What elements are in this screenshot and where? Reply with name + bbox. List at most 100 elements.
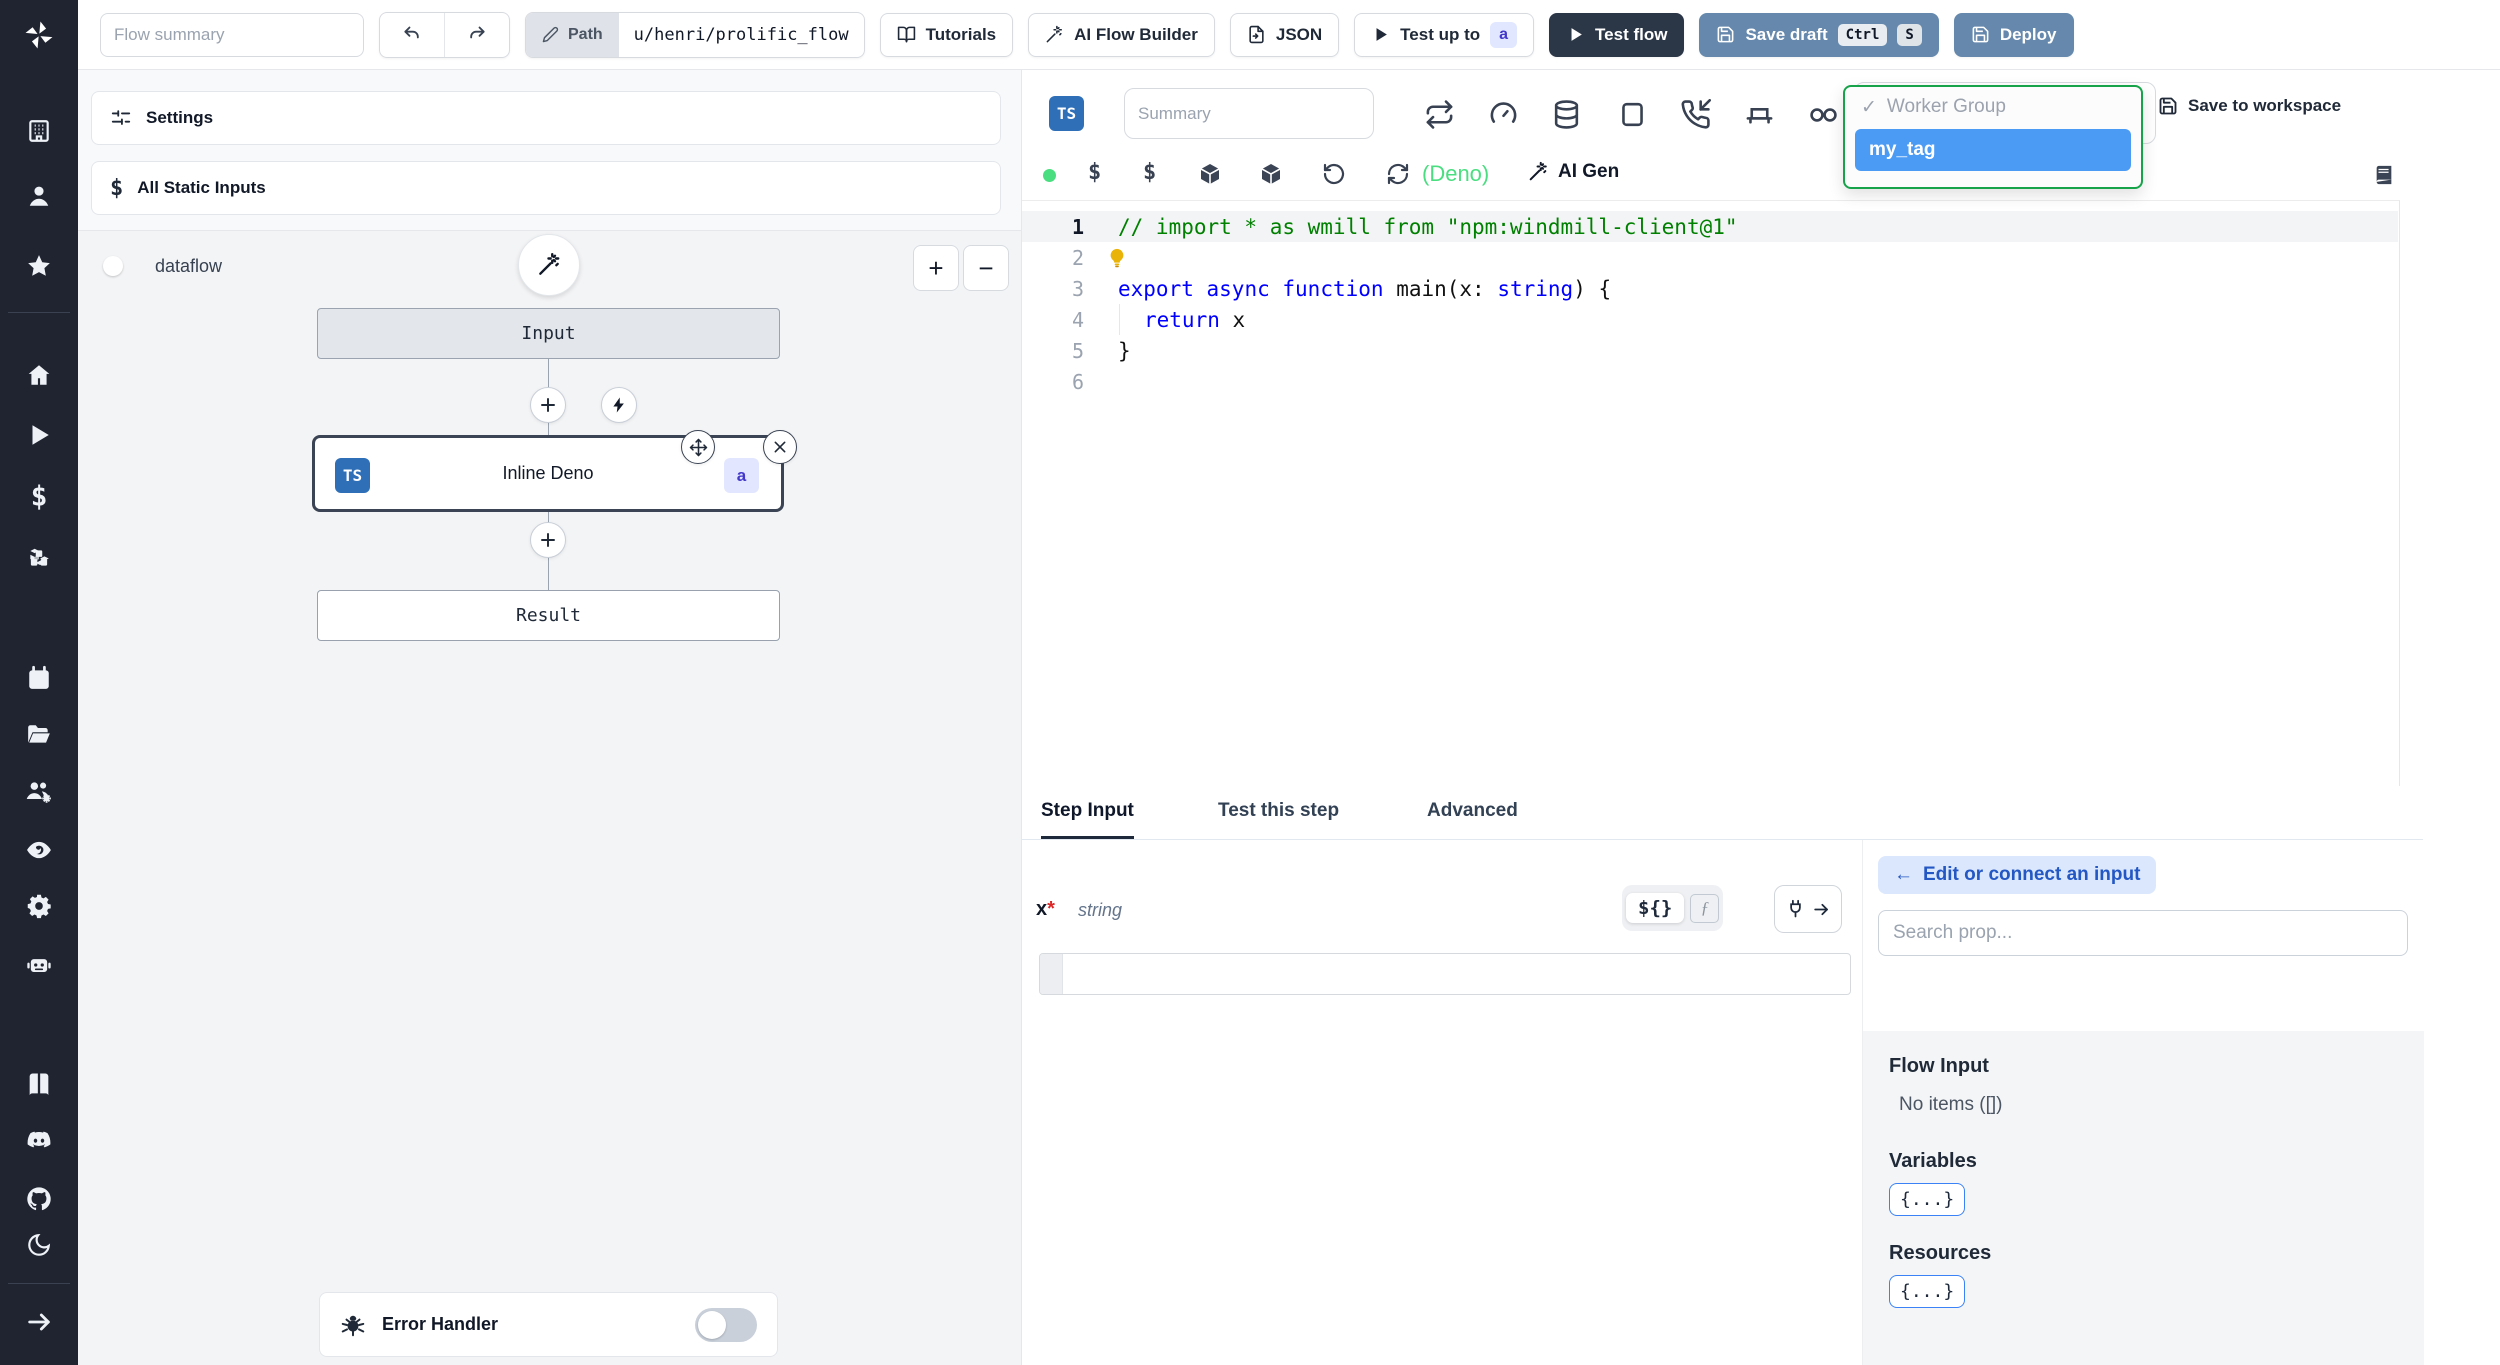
user-group-icon[interactable]: [25, 778, 53, 806]
step-summary-input[interactable]: [1124, 88, 1374, 139]
connect-input-button[interactable]: [1774, 885, 1842, 933]
resources-heading: Resources: [1889, 1242, 1992, 1264]
prop-lists: Flow Input No items ([]) Variables {...}…: [1863, 1031, 2424, 1365]
search-prop-input[interactable]: [1878, 910, 2408, 956]
input-mode-toggle: ${} ƒ: [1622, 885, 1724, 931]
inline-deno-label: Inline Deno: [502, 463, 594, 483]
ai-wand-button[interactable]: [518, 234, 580, 296]
tab-advanced[interactable]: Advanced: [1427, 786, 1518, 836]
redo-button[interactable]: [445, 13, 509, 57]
worker-group-option-mytag[interactable]: my_tag: [1855, 129, 2131, 171]
edit-or-connect-button[interactable]: ← Edit or connect an input: [1878, 856, 2157, 894]
json-button[interactable]: JSON: [1229, 12, 1340, 57]
json-label: JSON: [1275, 24, 1323, 44]
worker-group-option-label: Worker Group: [1886, 96, 2006, 117]
runs-play-icon[interactable]: [26, 422, 52, 448]
docs-book-icon[interactable]: [25, 1070, 53, 1098]
code-keyword: async: [1206, 276, 1270, 301]
rail-divider: [8, 312, 70, 313]
plus-icon: [541, 398, 555, 412]
move-step-button[interactable]: [681, 430, 715, 464]
moon-icon[interactable]: [26, 1232, 52, 1258]
expand-arrow-right-icon[interactable]: [25, 1308, 53, 1336]
ai-gen-button[interactable]: AI Gen: [1527, 161, 1619, 183]
bench-trigger-icon[interactable]: [1744, 99, 1775, 130]
eye-icon[interactable]: [25, 836, 53, 864]
robot-icon[interactable]: [25, 951, 53, 979]
top-toolbar: Path u/henri/prolific_flow Tutorials AI …: [78, 0, 2500, 70]
user-icon[interactable]: [26, 183, 52, 209]
building-icon[interactable]: [26, 118, 52, 144]
sliders-icon: [111, 110, 131, 125]
error-handler-card[interactable]: Error Handler: [319, 1292, 778, 1357]
calendar-icon[interactable]: [26, 665, 52, 691]
double-o-trigger-icon[interactable]: [1808, 102, 1839, 128]
flow-graph-panel: Settings $ All Static Inputs dataflow + …: [78, 70, 1022, 1365]
editor-header: TS Summary Save to workspace $ $ (Deno) …: [1022, 70, 2500, 200]
step-inputs-dollar-icon[interactable]: $: [1143, 160, 1156, 185]
windmill-logo-icon[interactable]: [22, 18, 56, 52]
zoom-out-button[interactable]: −: [963, 245, 1009, 291]
phone-incoming-trigger-icon[interactable]: [1680, 99, 1711, 130]
cubes-icon[interactable]: [26, 545, 52, 571]
tab-step-input[interactable]: Step Input: [1041, 786, 1134, 839]
flow-settings-button[interactable]: Settings: [91, 91, 1001, 145]
zoom-in-button[interactable]: +: [913, 245, 959, 291]
tab-test-this-step[interactable]: Test this step: [1218, 786, 1339, 836]
function-mode-button[interactable]: ƒ: [1690, 893, 1720, 923]
repeat-trigger-icon[interactable]: [1424, 99, 1455, 130]
undo-button[interactable]: [380, 12, 445, 57]
test-up-to-button[interactable]: Test up to a: [1354, 12, 1535, 57]
add-step-button[interactable]: [530, 387, 566, 423]
folder-icon[interactable]: [26, 722, 52, 748]
tablet-trigger-icon[interactable]: [1617, 99, 1648, 130]
test-flow-button[interactable]: Test flow: [1549, 12, 1685, 57]
delete-step-button[interactable]: [763, 430, 797, 464]
trigger-bolt-button[interactable]: [601, 387, 637, 423]
gear-icon[interactable]: [26, 893, 53, 920]
worker-group-option-header[interactable]: ✓ Worker Group: [1845, 87, 2141, 127]
library-icon[interactable]: [2373, 164, 2395, 186]
dataflow-label: dataflow: [155, 256, 223, 276]
typescript-badge: TS: [1049, 96, 1084, 131]
variables-object-chip[interactable]: {...}: [1889, 1183, 1966, 1216]
dollar-icon: $: [110, 175, 124, 201]
history-icon[interactable]: [1322, 162, 1346, 186]
flow-node-result[interactable]: Result: [317, 590, 780, 641]
code-editor[interactable]: 1 // import * as wmill from "npm:windmil…: [1022, 200, 2400, 786]
tutorials-button[interactable]: Tutorials: [879, 12, 1014, 57]
error-handler-toggle[interactable]: [695, 1307, 757, 1342]
flow-summary-input[interactable]: [100, 12, 364, 57]
line-number: 3: [1071, 276, 1084, 301]
flow-input-heading: Flow Input: [1889, 1055, 1989, 1077]
add-step-button[interactable]: [530, 522, 566, 558]
ai-flow-builder-button[interactable]: AI Flow Builder: [1028, 12, 1215, 57]
star-icon[interactable]: [26, 253, 52, 279]
gauge-trigger-icon[interactable]: [1488, 99, 1519, 130]
resources-object-chip[interactable]: {...}: [1889, 1275, 1966, 1308]
save-to-workspace-label: Save to workspace: [2188, 96, 2342, 115]
all-static-inputs-button[interactable]: $ All Static Inputs: [91, 161, 1001, 215]
static-inputs-dollar-icon[interactable]: $: [1088, 160, 1101, 185]
bolt-icon: [613, 397, 624, 413]
arg-value-input[interactable]: [1039, 953, 1851, 995]
template-mode-button[interactable]: ${}: [1626, 893, 1685, 923]
path-field[interactable]: Path u/henri/prolific_flow: [525, 11, 865, 58]
discord-icon[interactable]: [25, 1127, 53, 1155]
github-icon[interactable]: [25, 1185, 53, 1213]
package-icon[interactable]: [1198, 162, 1222, 186]
save-draft-button[interactable]: Save draft Ctrl S: [1699, 12, 1939, 57]
line-number: 4: [1071, 307, 1084, 332]
arg-input-gutter: [1040, 954, 1063, 994]
code-text: }: [1118, 338, 1131, 363]
undo-icon: [404, 26, 419, 38]
arrow-left-icon: ←: [1894, 864, 1913, 885]
database-trigger-icon[interactable]: [1551, 99, 1582, 130]
dollar-icon[interactable]: $: [31, 480, 48, 513]
home-icon[interactable]: [26, 362, 52, 388]
deploy-button[interactable]: Deploy: [1953, 12, 2074, 57]
refresh-icon[interactable]: [1386, 162, 1410, 186]
flow-node-input[interactable]: Input: [317, 308, 780, 359]
package-icon[interactable]: [1259, 162, 1283, 186]
save-to-workspace-button[interactable]: Save to workspace: [2158, 96, 2341, 116]
